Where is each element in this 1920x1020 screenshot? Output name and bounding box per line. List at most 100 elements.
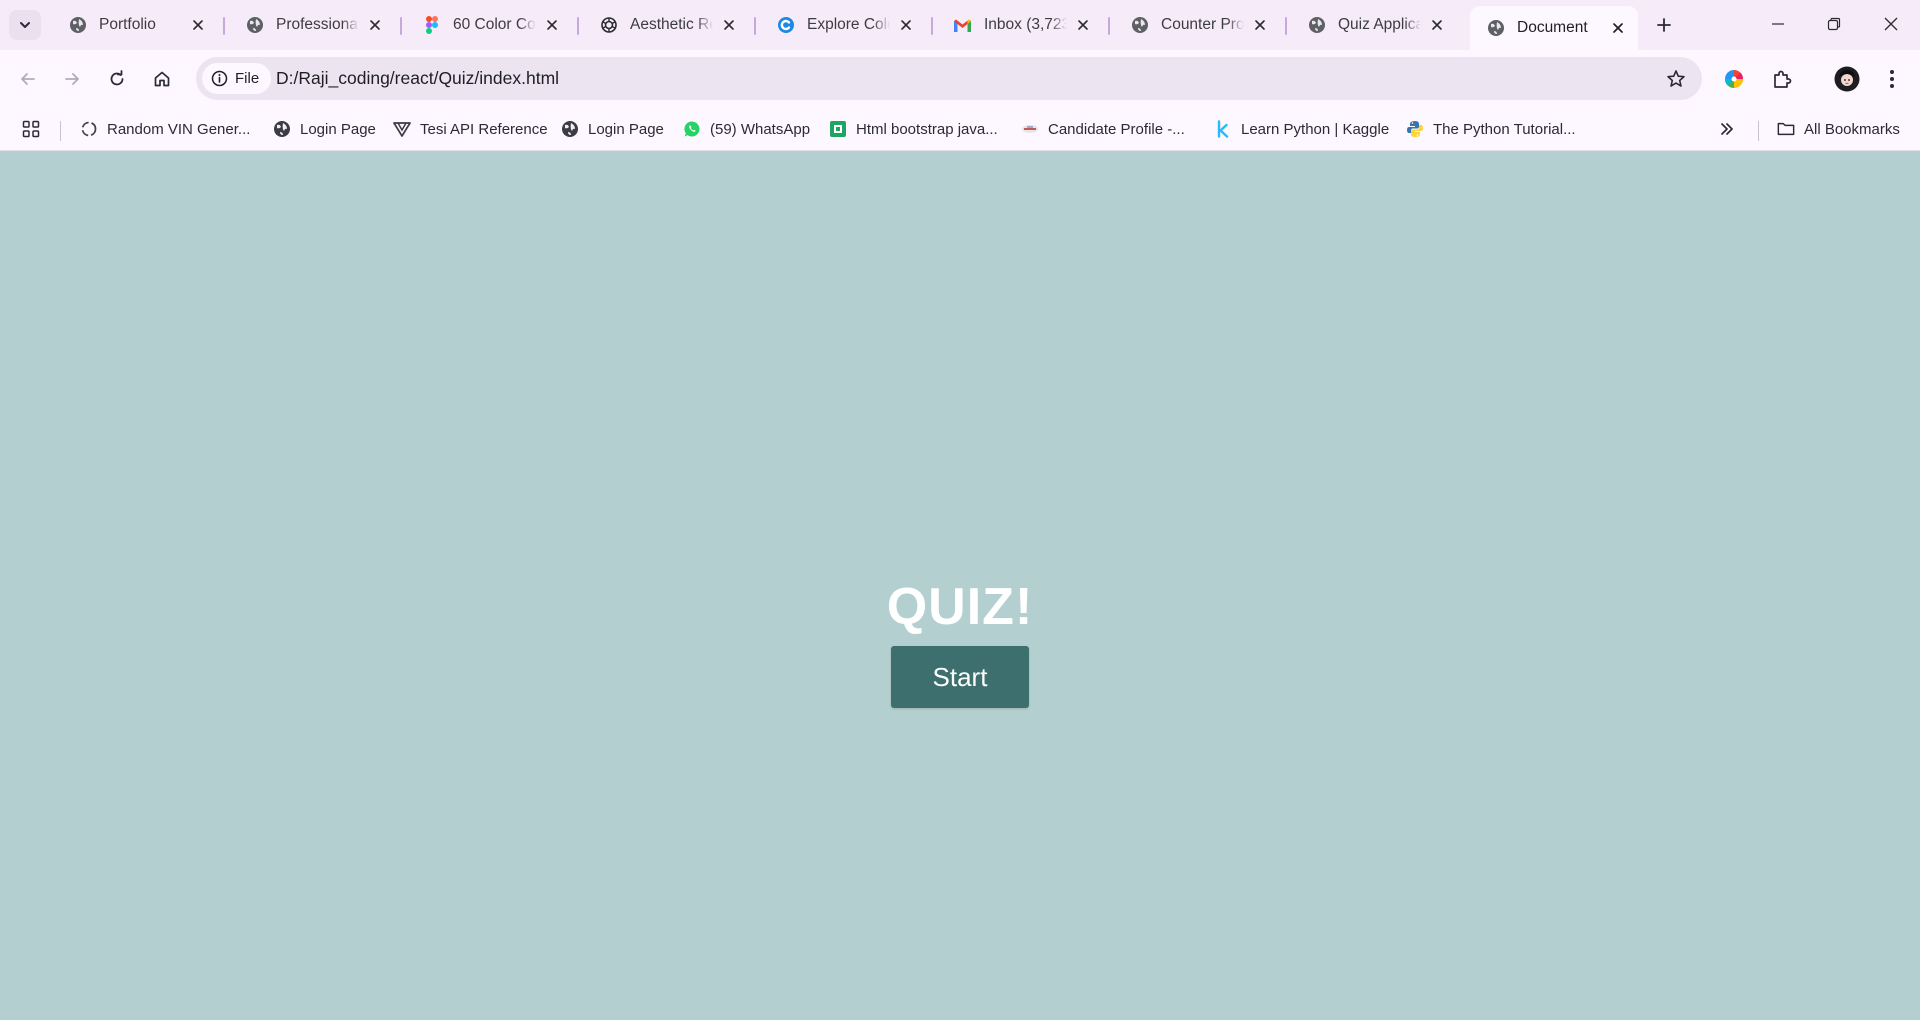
close-icon[interactable] — [896, 15, 916, 35]
bookmark-item[interactable]: Random VIN Gener... — [80, 117, 250, 141]
tab-document[interactable]: Document — [1470, 6, 1638, 50]
tab-title: Aesthetic Responsive — [630, 16, 713, 33]
bookmark-item[interactable]: Html bootstrap java... — [829, 117, 998, 141]
tab-title: Explore Colors — [807, 16, 890, 33]
globe-icon — [1307, 16, 1326, 35]
kaggle-icon — [1214, 120, 1232, 138]
color-wheel-icon — [1724, 70, 1744, 88]
tab-portfolio[interactable]: Portfolio — [52, 6, 218, 44]
globe-icon — [245, 16, 264, 35]
back-button[interactable] — [12, 63, 44, 95]
restore-button[interactable] — [1814, 8, 1854, 40]
tab-quiz-application[interactable]: Quiz Application — [1291, 6, 1457, 44]
close-icon[interactable] — [365, 15, 385, 35]
close-icon[interactable] — [1250, 15, 1270, 35]
all-bookmarks-button[interactable]: All Bookmarks — [1777, 117, 1900, 141]
url-text[interactable]: D:/Raji_coding/react/Quiz/index.html — [276, 68, 559, 89]
tab-title: Counter Program — [1161, 16, 1244, 33]
tab-title: 60 Color Combinations — [453, 16, 536, 33]
quiz-title: QUIZ! — [886, 578, 1034, 636]
all-bookmarks-label: All Bookmarks — [1804, 120, 1900, 138]
site-chip-label: File — [235, 70, 260, 87]
tab-separator — [1285, 17, 1287, 35]
home-icon — [154, 71, 170, 87]
forward-button[interactable] — [56, 63, 88, 95]
globe-icon — [273, 120, 291, 138]
canva-icon — [776, 16, 795, 35]
globe-icon — [1130, 16, 1149, 35]
double-chevron-right-icon — [1718, 120, 1736, 138]
address-bar[interactable]: File D:/Raji_coding/react/Quiz/index.htm… — [196, 57, 1702, 100]
tab-title: Inbox (3,723) — [984, 16, 1067, 33]
close-icon[interactable] — [542, 15, 562, 35]
plus-icon — [1657, 18, 1671, 32]
globe-icon — [68, 16, 87, 35]
apps-button[interactable] — [22, 117, 40, 141]
candidate-icon — [1021, 120, 1039, 138]
avatar — [1834, 66, 1860, 92]
globe-icon — [1486, 19, 1505, 38]
close-icon[interactable] — [188, 15, 208, 35]
bookmarks-bar: Random VIN Gener... Login Page Tesi API … — [0, 108, 1920, 151]
extension-color-button[interactable] — [1718, 63, 1750, 95]
close-icon[interactable] — [719, 15, 739, 35]
globe-icon — [561, 120, 579, 138]
whatsapp-icon — [683, 120, 701, 138]
bookmark-item[interactable]: The Python Tutorial... — [1406, 117, 1576, 141]
tab-separator — [754, 17, 756, 35]
start-button[interactable]: Start — [891, 646, 1029, 708]
tab-gmail-inbox[interactable]: Inbox (3,723) — [937, 6, 1103, 44]
puzzle-icon — [1774, 70, 1792, 88]
tab-title: Portfolio — [99, 16, 156, 33]
tesi-icon — [393, 120, 411, 138]
bookmark-label: Learn Python | Kaggle — [1241, 120, 1390, 138]
close-icon[interactable] — [1427, 15, 1447, 35]
browser-toolbar: File D:/Raji_coding/react/Quiz/index.htm… — [0, 50, 1920, 108]
tab-title: Quiz Application — [1338, 16, 1421, 33]
bookmark-label: The Python Tutorial... — [1433, 120, 1576, 138]
bookmark-label: Tesi API Reference — [420, 120, 548, 138]
close-window-button[interactable] — [1871, 8, 1911, 40]
bookmarks-separator — [60, 121, 61, 141]
tab-search-button[interactable] — [9, 10, 41, 40]
gmail-icon — [953, 16, 972, 35]
tab-separator — [931, 17, 933, 35]
bookmark-label: Random VIN Gener... — [107, 120, 251, 138]
info-icon — [211, 70, 228, 87]
bookmark-item[interactable]: Login Page — [561, 117, 664, 141]
site-info-chip[interactable]: File — [202, 63, 272, 94]
minimize-icon — [1772, 23, 1784, 25]
browser-menu-button[interactable] — [1876, 63, 1908, 95]
extensions-button[interactable] — [1766, 63, 1798, 95]
figma-icon — [422, 16, 441, 35]
bookmark-item[interactable]: Candidate Profile -... — [1021, 117, 1185, 141]
tab-separator — [577, 17, 579, 35]
apps-grid-icon — [22, 120, 40, 138]
chevron-down-icon — [20, 22, 30, 28]
new-tab-button[interactable] — [1652, 13, 1676, 37]
tab-separator — [1108, 17, 1110, 35]
reload-button[interactable] — [101, 63, 133, 95]
tab-counter[interactable]: Counter Program — [1114, 6, 1280, 44]
circle-arrows-icon — [80, 120, 98, 138]
bookmark-item[interactable]: Login Page — [273, 117, 376, 141]
openai-icon — [599, 16, 618, 35]
close-icon — [1884, 17, 1898, 31]
tab-separator — [400, 17, 402, 35]
bookmark-item[interactable]: Learn Python | Kaggle — [1214, 117, 1389, 141]
bookmarks-separator — [1758, 121, 1759, 141]
home-button[interactable] — [146, 63, 178, 95]
tab-color-combinations[interactable]: 60 Color Combinations — [406, 6, 572, 44]
profile-avatar-button[interactable] — [1831, 63, 1863, 95]
bookmark-star-button[interactable] — [1664, 67, 1688, 91]
tab-professional[interactable]: Professional Website — [229, 6, 395, 44]
tab-aesthetic[interactable]: Aesthetic Responsive — [583, 6, 749, 44]
close-icon[interactable] — [1608, 18, 1628, 38]
minimize-button[interactable] — [1758, 8, 1798, 40]
tab-title: Professional Website — [276, 16, 359, 33]
more-bookmarks-button[interactable] — [1718, 117, 1736, 141]
tab-explore-colors[interactable]: Explore Colors — [760, 6, 926, 44]
bookmark-item[interactable]: Tesi API Reference — [393, 117, 548, 141]
close-icon[interactable] — [1073, 15, 1093, 35]
bookmark-item[interactable]: (59) WhatsApp — [683, 117, 810, 141]
